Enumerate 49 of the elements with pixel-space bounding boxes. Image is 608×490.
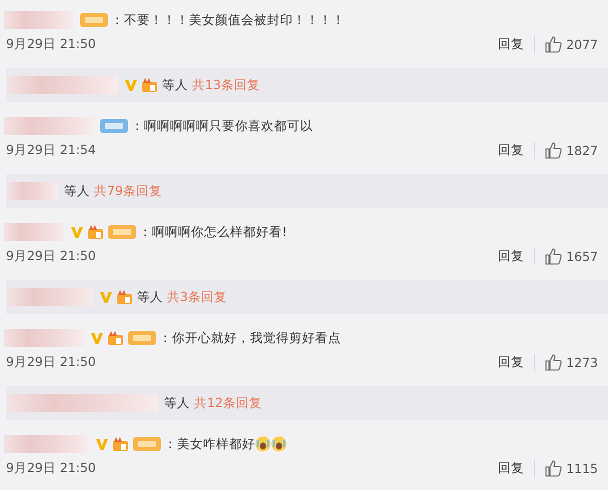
- thumbs-up-icon[interactable]: [545, 36, 562, 52]
- verified-icon: [70, 225, 84, 239]
- crown-icon: [107, 330, 125, 346]
- fan-tag-icon: [128, 331, 156, 345]
- like-count: 1657: [566, 248, 598, 264]
- comment-time: 9月29日 21:50: [6, 354, 97, 370]
- fan-tag-icon: [80, 13, 108, 27]
- comment-text: ：你开心就好，我觉得剪好看点: [159, 330, 341, 346]
- blurred-name: [4, 223, 64, 241]
- comment-time: 9月29日 21:50: [6, 36, 97, 52]
- comment-time: 9月29日 21:54: [6, 142, 97, 158]
- comment-time: 9月29日 21:50: [6, 248, 97, 264]
- reply-users-label: 等人: [162, 76, 188, 94]
- fan-tag-icon: [133, 437, 161, 451]
- blurred-name: [8, 182, 58, 200]
- reply-button[interactable]: 回复: [488, 36, 536, 52]
- thumbs-up-icon[interactable]: [545, 248, 562, 264]
- reply-users-label: 等人: [137, 288, 163, 306]
- blurred-name: [4, 11, 74, 29]
- verified-icon: [90, 331, 104, 345]
- comment-text: ：啊啊啊你怎么样都好看!: [139, 224, 288, 240]
- crown-icon: [141, 77, 159, 93]
- reply-button[interactable]: 回复: [488, 142, 536, 158]
- verified-icon: [124, 78, 138, 92]
- comment-text: ：啊啊啊啊啊只要你喜欢都可以: [131, 118, 313, 134]
- like-count: 2077: [566, 36, 598, 52]
- crown-icon: [112, 436, 130, 452]
- reply-users-label: 等人: [164, 394, 190, 412]
- like-count: 1827: [566, 142, 598, 158]
- verified-icon: [95, 437, 109, 451]
- thumbs-up-icon[interactable]: [545, 460, 562, 476]
- fan-tag-icon: [108, 225, 136, 239]
- like-count: 1115: [566, 460, 598, 476]
- crown-icon: [116, 289, 134, 305]
- reply-button[interactable]: 回复: [488, 248, 536, 264]
- thumbs-up-icon[interactable]: [545, 142, 562, 158]
- verified-icon: [99, 290, 113, 304]
- thumbs-up-icon[interactable]: [545, 354, 562, 370]
- reply-button[interactable]: 回复: [488, 354, 536, 370]
- reply-users-label: 等人: [64, 182, 90, 200]
- comment-time: 9月29日 21:50: [6, 460, 97, 476]
- comment-text: ：不要！！！美女颜值会被封印！！！！: [111, 12, 345, 28]
- emoji-icon: [271, 436, 287, 452]
- crown-icon: [87, 224, 105, 240]
- emoji-icon: [255, 436, 271, 452]
- comment-text: ：美女咋样都好: [164, 436, 255, 452]
- like-count: 1273: [566, 354, 598, 370]
- member-tag-icon: [100, 119, 128, 133]
- reply-button[interactable]: 回复: [488, 460, 536, 476]
